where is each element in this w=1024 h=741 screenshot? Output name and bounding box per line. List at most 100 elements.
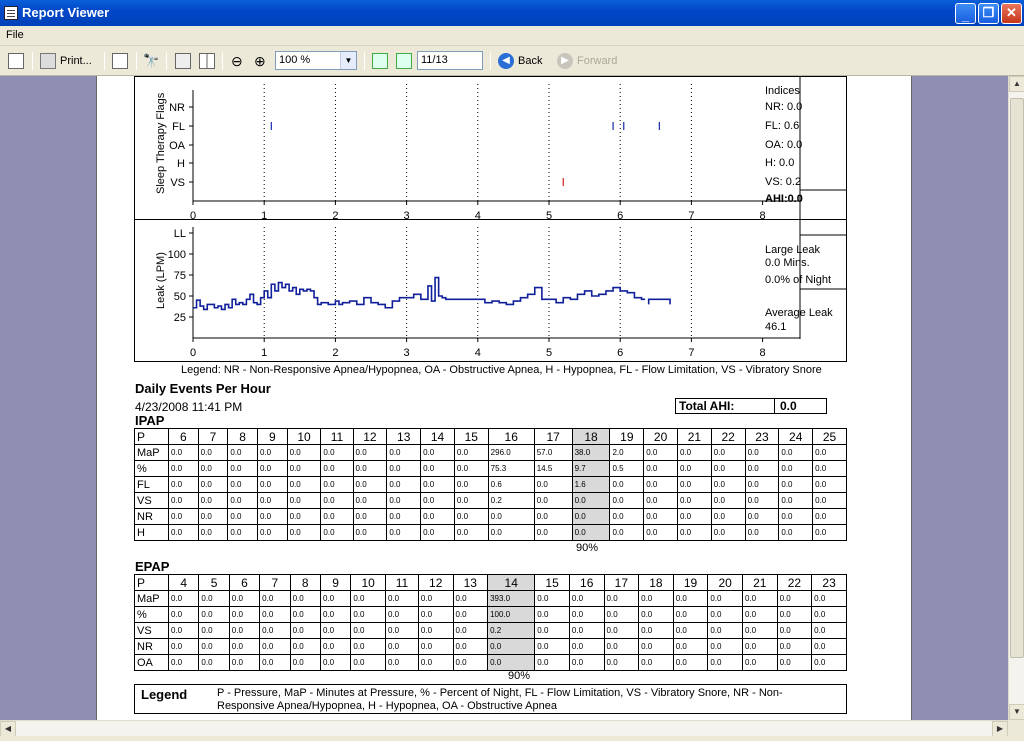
table-cell: 0.0 <box>417 606 454 623</box>
scroll-right-icon[interactable]: ▶ <box>992 721 1008 737</box>
table-cell: 0.0 <box>198 638 230 655</box>
table-cell: 0.0 <box>672 654 709 671</box>
indices-title: Indices <box>765 85 800 97</box>
table-cell: 0.0 <box>167 638 200 655</box>
total-ahi-label-box: Total AHI: <box>675 398 775 414</box>
table-cell: 0.0 <box>197 492 229 509</box>
table-cell: 0.0 <box>420 508 455 525</box>
zoom-in-icon: ⊕ <box>254 52 266 69</box>
table-cell: 0.0 <box>707 590 743 607</box>
copy-button[interactable] <box>112 51 128 71</box>
table-header-cell: P <box>134 428 169 445</box>
table-header-cell: 23 <box>811 574 847 591</box>
table-cell: 0.0 <box>197 444 229 461</box>
zoom-select[interactable]: 100 % ▼ <box>275 51 357 70</box>
table-cell: 0.0 <box>533 524 573 541</box>
multi-page-button[interactable] <box>199 51 215 71</box>
table-cell: 0.0 <box>289 654 321 671</box>
table-header-cell: 12 <box>352 428 388 445</box>
forward-button[interactable]: ▶ Forward <box>557 51 617 71</box>
scroll-thumb[interactable] <box>1010 98 1024 658</box>
leak-x-tick-label: 1 <box>261 347 267 359</box>
table-row: VS 0.0 0.0 0.0 0.0 0.0 0.0 0.0 0.0 0.0 0.0 0.2 0.0 0.… <box>134 622 847 639</box>
leak-chart: Leak (LPM) LL 100 75 50 25 0 1 2 3 4 5 6 7 8 <box>155 219 847 359</box>
table-cell: 0.0 <box>677 524 712 541</box>
row-label: VS <box>134 492 169 509</box>
horizontal-scrollbar[interactable]: ◀ ▶ <box>0 720 1008 737</box>
toolbar: Print... 🔭 ⊖ ⊕ ◀ Back ▶ Forward <box>0 46 1024 76</box>
table-cell: 0.0 <box>811 638 847 655</box>
page-number-input[interactable]: 11/13 <box>417 51 483 70</box>
table-cell: 0.0 <box>603 638 640 655</box>
flags-chart: Sleep Therapy Flags 0 1 2 3 4 5 6 7 8NRFLOAHVS <box>155 76 847 220</box>
index-oa: OA: 0.0 <box>765 139 803 151</box>
row-label: MaP <box>134 590 169 607</box>
table-cell: 0.0 <box>417 622 454 639</box>
vertical-scrollbar[interactable]: ▲ ▼ <box>1008 76 1024 720</box>
table-cell: 57.0 <box>533 444 573 461</box>
zoom-out-button[interactable]: ⊖ <box>231 51 243 71</box>
report-viewport[interactable]: Sleep Therapy Flags 0 1 2 3 4 5 6 7 8 NR FL OA H VS I… <box>0 76 1008 720</box>
table-cell: 0.0 <box>352 524 388 541</box>
table-cell: 0.0 <box>227 444 258 461</box>
table-cell: 0.0 <box>571 508 611 525</box>
print-button[interactable]: Print... <box>40 51 92 71</box>
table-header-cell: 19 <box>609 428 645 445</box>
document-map-icon <box>8 53 24 69</box>
table-cell: 0.0 <box>534 638 570 655</box>
table-header-cell: 4 <box>167 574 200 591</box>
leak-x-tick-label: 2 <box>332 347 338 359</box>
minimize-button[interactable]: _ <box>955 3 976 24</box>
leak-y-tick-label: 25 <box>174 312 186 324</box>
zoom-in-button[interactable]: ⊕ <box>254 51 266 71</box>
table-row: OA 0.0 0.0 0.0 0.0 0.0 0.0 0.0 0.0 0.0 0.0 0.0 0.0 0.… <box>134 654 847 671</box>
table-cell: 0.0 <box>227 460 258 477</box>
scroll-left-icon[interactable]: ◀ <box>0 721 16 737</box>
table-header-cell: 20 <box>707 574 743 591</box>
table-cell: 0.0 <box>350 590 386 607</box>
close-button[interactable]: ✕ <box>1001 3 1022 24</box>
scroll-down-icon[interactable]: ▼ <box>1009 704 1024 720</box>
chevron-down-icon[interactable]: ▼ <box>340 52 356 69</box>
table-cell: 0.0 <box>420 524 455 541</box>
single-page-button[interactable] <box>175 51 191 71</box>
table-cell: 0.0 <box>710 524 746 541</box>
table-cell: 0.0 <box>533 508 573 525</box>
table-row: NR 0.0 0.0 0.0 0.0 0.0 0.0 0.0 0.0 0.0 0.0 0.0 0.0 0.… <box>134 508 847 525</box>
table-cell: 0.0 <box>672 622 709 639</box>
find-button[interactable]: 🔭 <box>143 51 159 71</box>
table-cell: 0.0 <box>603 606 640 623</box>
next-page-button[interactable] <box>396 51 412 71</box>
row-label: % <box>134 606 169 623</box>
large-leak-title: Large Leak <box>765 244 821 256</box>
table-cell: 0.0 <box>384 606 419 623</box>
toggle-tree-button[interactable] <box>8 51 24 71</box>
table-cell: 0.0 <box>812 508 847 525</box>
table-cell: 0.0 <box>256 444 288 461</box>
back-button[interactable]: ◀ Back <box>498 51 542 71</box>
table-cell: 0.0 <box>568 622 605 639</box>
arrow-down-icon <box>396 53 412 69</box>
table-cell: 0.0 <box>256 476 288 493</box>
table-header-cell: 14 <box>487 574 536 591</box>
scroll-up-icon[interactable]: ▲ <box>1009 76 1024 92</box>
table-cell: 0.0 <box>741 654 778 671</box>
previous-page-button[interactable] <box>372 51 388 71</box>
table-cell: 0.0 <box>812 476 847 493</box>
restore-button[interactable]: ❐ <box>978 3 999 24</box>
table-cell: 9.7 <box>571 460 611 477</box>
table-header-cell: 13 <box>386 428 422 445</box>
report-page: Sleep Therapy Flags 0 1 2 3 4 5 6 7 8 NR FL OA H VS I… <box>96 76 912 720</box>
table-cell: 1.6 <box>571 476 611 493</box>
table-cell: 0.0 <box>420 476 455 493</box>
table-cell: 0.0 <box>168 444 199 461</box>
table-cell: 0.0 <box>643 444 678 461</box>
table-cell: 0.5 <box>609 460 645 477</box>
table-cell: 0.0 <box>228 606 261 623</box>
report-date: 4/23/2008 11:41 PM <box>135 400 243 414</box>
table-header-cell: 8 <box>227 428 258 445</box>
table-cell: 0.0 <box>320 524 354 541</box>
menu-file[interactable]: File <box>6 29 24 41</box>
table-header-cell: 23 <box>744 428 780 445</box>
epap-table: P 4 5 6 7 8 9 10 11 12 13 14 15 16 17 18 19 20 21 22 23 MaP 0.… <box>134 574 847 671</box>
